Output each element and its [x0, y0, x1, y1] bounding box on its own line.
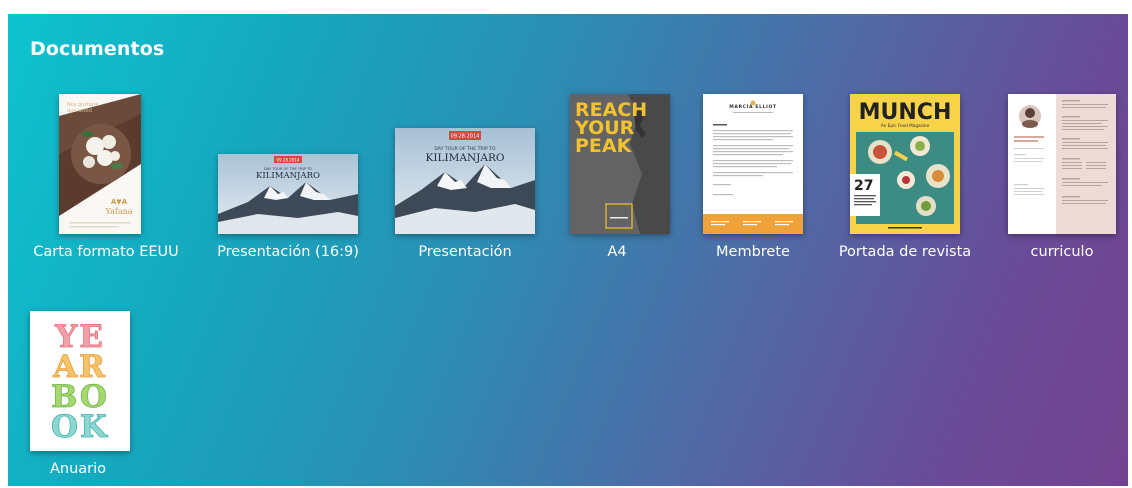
resume-art: [1008, 94, 1116, 234]
presentation-16-9-date: 09.28.2014: [277, 158, 300, 163]
magazine-title: MUNCH: [859, 100, 952, 125]
presentation-title: KILIMANJARO: [426, 152, 505, 164]
presentation-16-9-title: KILIMANJARO: [256, 171, 320, 181]
yearbook-thumbnail: YE AR BO OK: [30, 311, 130, 451]
template-tile-magazine-cover[interactable]: MUNCH An Epic Food Magazine 27 Portada d…: [825, 94, 985, 294]
template-label: Portada de revista: [838, 244, 972, 260]
template-tile-resume[interactable]: curriculo: [982, 94, 1128, 294]
us-letter-thumbnail-art: Nos gustaría que usted A▼A Yafana: [59, 94, 141, 234]
template-tile-presentation[interactable]: 09.28.2014 DAY TOUR OF THE TRIP TO KILIM…: [385, 94, 545, 294]
template-label: Carta formato EEUU: [33, 244, 179, 260]
us-letter-brand: Yafana: [104, 207, 132, 216]
section-title: Documentos: [30, 38, 165, 60]
letterhead-thumbnail: MARCIA ELLIOT: [703, 94, 803, 234]
us-letter-thumbnail: Nos gustaría que usted A▼A Yafana: [59, 94, 141, 234]
template-label: Presentación: [418, 244, 512, 260]
template-label: Presentación (16:9): [217, 244, 359, 260]
template-label: Membrete: [716, 244, 790, 260]
presentation-art: 09.28.2014 DAY TOUR OF THE TRIP TO KILIM…: [395, 128, 535, 234]
magazine-issue-number: 27: [854, 178, 873, 194]
documents-panel: Documentos Nos gustaría que usted A▼A Ya…: [8, 14, 1128, 486]
template-tile-letterhead[interactable]: MARCIA ELLIOT Membrete: [673, 94, 833, 294]
presentation-thumbnail: 09.28.2014 DAY TOUR OF THE TRIP TO KILIM…: [395, 128, 535, 234]
yearbook-art: YE AR BO OK: [30, 311, 130, 451]
svg-text:Nos gustaría: Nos gustaría: [67, 101, 98, 108]
template-label: curriculo: [1030, 244, 1094, 260]
magazine-subtitle: An Epic Food Magazine: [881, 123, 930, 128]
a4-thumbnail: REACH YOUR PEAK: [570, 94, 670, 234]
presentation-date: 09.28.2014: [451, 134, 480, 140]
letterhead-art: MARCIA ELLIOT: [703, 94, 803, 234]
svg-text:A▼A: A▼A: [111, 198, 128, 206]
magazine-art: MUNCH An Epic Food Magazine 27: [850, 94, 960, 234]
template-tile-presentation-16-9[interactable]: 09.28.2014 DAY TOUR OF THE TRIP TO KILIM…: [208, 94, 368, 294]
svg-text:que usted: que usted: [67, 108, 92, 114]
a4-art: REACH YOUR PEAK: [570, 94, 670, 234]
magazine-thumbnail: MUNCH An Epic Food Magazine 27: [850, 94, 960, 234]
resume-thumbnail: [1008, 94, 1116, 234]
template-label: Anuario: [49, 461, 107, 477]
presentation-16-9-thumbnail: 09.28.2014 DAY TOUR OF THE TRIP TO KILIM…: [218, 154, 358, 234]
presentation-16-9-art: 09.28.2014 DAY TOUR OF THE TRIP TO KILIM…: [218, 154, 358, 234]
yearbook-line-4: OK: [51, 409, 109, 445]
template-tile-yearbook[interactable]: YE AR BO OK Anuario: [8, 311, 158, 486]
template-tile-us-letter[interactable]: Nos gustaría que usted A▼A Yafana Carta …: [26, 94, 186, 294]
a4-headline-3: PEAK: [575, 135, 633, 157]
